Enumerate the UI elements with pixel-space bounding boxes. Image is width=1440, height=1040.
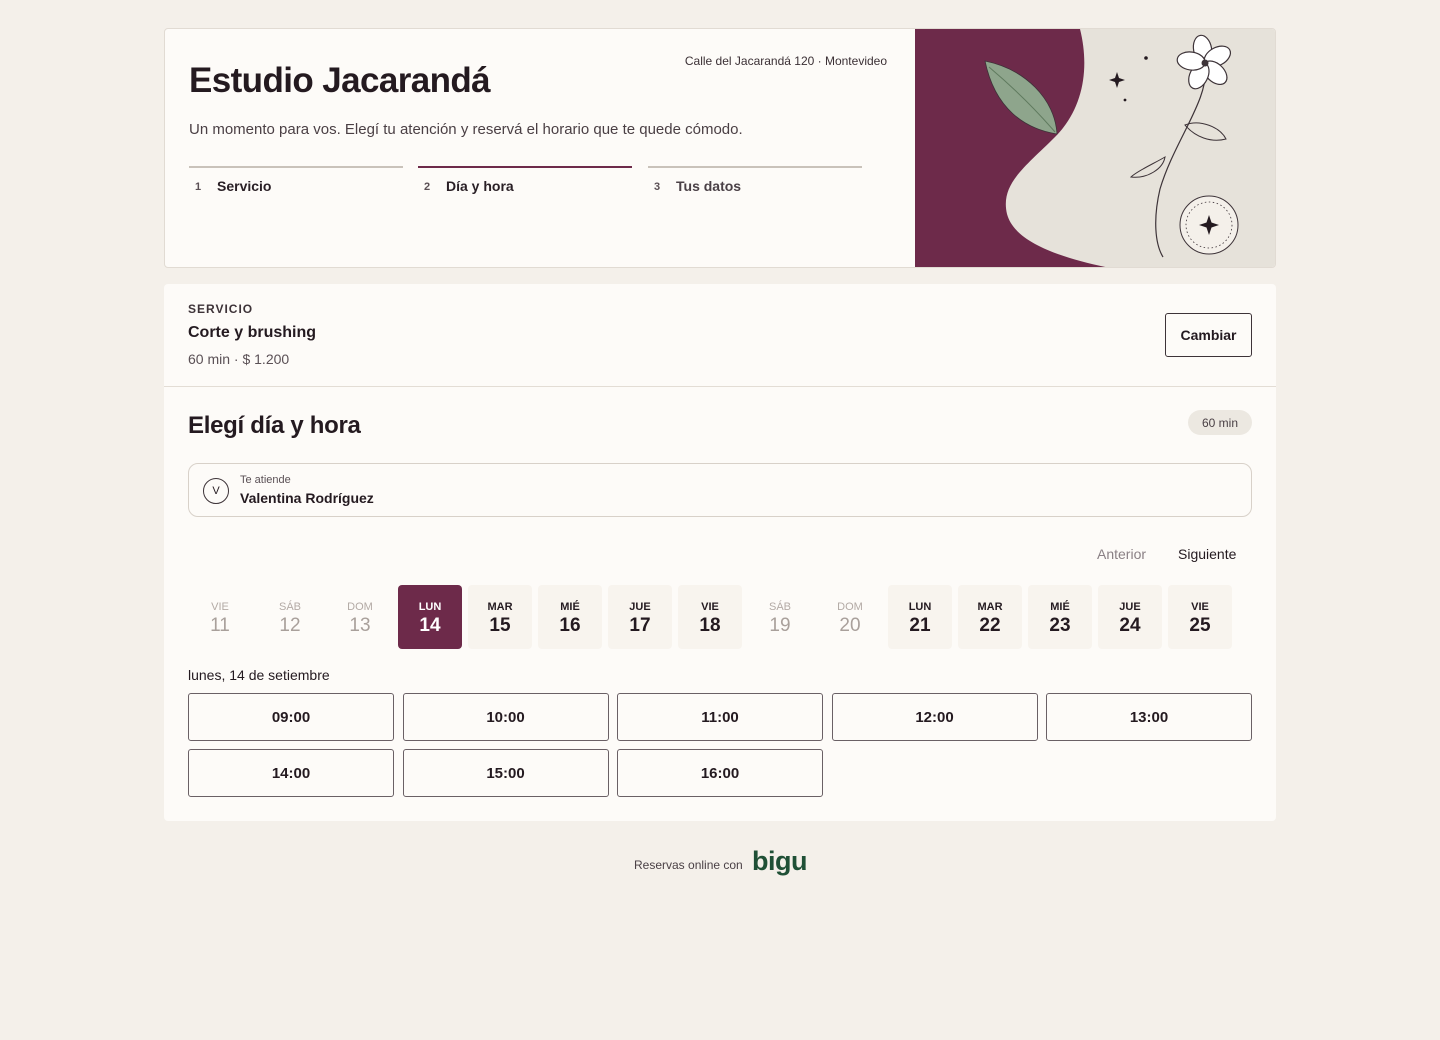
day-20: DOM 20 [818,585,882,649]
day-weekday: DOM [837,601,863,613]
step-tus-datos: 3 Tus datos [648,166,862,206]
header-info: Estudio Jacarandá Calle del Jacarandá 12… [189,29,889,267]
next-week-button[interactable]: Siguiente [1178,546,1236,562]
day-number: 16 [559,615,581,636]
day-22[interactable]: MAR 22 [958,585,1022,649]
step-label: Servicio [217,178,272,194]
day-16[interactable]: MIÉ 16 [538,585,602,649]
day-25[interactable]: VIE 25 [1168,585,1232,649]
studio-address: Calle del Jacarandá 120 · Montevideo [684,54,887,68]
tagline: Un momento para vos. Elegí tu atención y… [189,121,743,138]
day-19: SÁB 19 [748,585,812,649]
day-weekday: MIÉ [1050,601,1070,613]
day-weekday: SÁB [278,601,301,613]
day-weekday: MAR [487,601,513,613]
page-title: Estudio Jacarandá [189,61,491,100]
step-servicio[interactable]: 1 Servicio [189,166,403,206]
staff-name: Valentina Rodríguez [240,490,374,506]
page: Estudio Jacarandá Calle del Jacarandá 12… [164,28,1276,876]
time-slot-button[interactable]: 12:00 [831,693,1038,741]
day-17[interactable]: JUE 17 [608,585,672,649]
day-number: 11 [210,615,230,636]
day-number: 15 [489,615,511,636]
day-number: 12 [279,615,301,636]
step-dia-y-hora[interactable]: 2 Día y hora [418,166,632,206]
day-number: 18 [699,615,721,636]
step-number: 3 [654,181,661,193]
service-summary: SERVICIO Corte y brushing 60 min · $ 1.2… [164,284,1276,387]
day-weekday: VIE [211,601,229,613]
day-number: 23 [1049,615,1071,636]
day-weekday: VIE [701,601,719,613]
footer: Reservas online con bigu [634,846,834,878]
day-13: DOM 13 [328,585,392,649]
step-label: Día y hora [446,178,514,194]
day-number: 14 [419,615,441,636]
time-slot-button[interactable]: 13:00 [1046,693,1252,741]
time-slot-button[interactable]: 10:00 [402,693,609,741]
day-weekday: JUE [1119,601,1141,613]
staff-caption: Te atiende [240,474,291,486]
day-18[interactable]: VIE 18 [678,585,742,649]
header-card: Estudio Jacarandá Calle del Jacarandá 12… [164,28,1276,268]
previous-week-button[interactable]: Anterior [1097,546,1146,562]
step-bar [418,166,632,168]
time-slot-button[interactable]: 16:00 [617,749,823,797]
change-service-button[interactable]: Cambiar [1165,313,1252,357]
service-eyebrow: SERVICIO [188,302,254,316]
day-12: SÁB 12 [258,585,322,649]
day-weekday: SÁB [768,601,791,613]
day-14[interactable]: LUN 14 [398,585,462,649]
staff-selector[interactable]: V Te atiende Valentina Rodríguez [188,463,1252,517]
service-name: Corte y brushing [188,324,317,341]
day-weekday: VIE [1191,601,1209,613]
day-number: 19 [769,615,791,636]
day-number: 17 [629,615,651,636]
day-number: 21 [909,615,931,636]
day-weekday: MIÉ [560,601,580,613]
day-15[interactable]: MAR 15 [468,585,532,649]
time-slot-button[interactable]: 11:00 [617,693,823,741]
bigu-logo[interactable]: bigu [752,846,807,877]
step-label: Tus datos [676,178,742,194]
day-weekday: MAR [977,601,1003,613]
day-weekday: DOM [347,601,373,613]
section-title: Elegí día y hora [188,412,361,439]
day-number: 22 [979,615,1001,636]
progress-steps: 1 Servicio 2 Día y hora 3 Tus datos [189,166,862,206]
flower-illustration [915,29,1275,267]
duration-badge: 60 min [1188,410,1252,435]
step-number: 2 [424,181,431,193]
step-bar [189,166,403,168]
avatar: V [203,478,229,504]
day-21[interactable]: LUN 21 [888,585,952,649]
selected-date-label: lunes, 14 de setiembre [188,667,330,683]
day-weekday: LUN [908,601,932,613]
sparkle-icon [1179,195,1239,255]
day-weekday: JUE [629,601,651,613]
time-slot-button[interactable]: 09:00 [188,693,394,741]
day-number: 25 [1189,615,1211,636]
step-bar [648,166,862,168]
time-slot-button[interactable]: 14:00 [188,749,394,797]
service-meta: 60 min · $ 1.200 [188,351,290,367]
day-strip: VIE 11 SÁB 12 DOM 13 LUN 14 MAR 15 MIÉ 16 JUE 17 VIE 18… [188,585,1256,649]
day-number: 20 [839,615,861,636]
day-11: VIE 11 [188,585,252,649]
day-weekday: LUN [418,601,442,613]
day-24[interactable]: JUE 24 [1098,585,1162,649]
day-23[interactable]: MIÉ 23 [1028,585,1092,649]
day-number: 13 [349,615,371,636]
footer-text: Reservas online con [634,858,743,872]
time-slot-button[interactable]: 15:00 [402,749,609,797]
step-number: 1 [195,181,202,193]
booking-card: SERVICIO Corte y brushing 60 min · $ 1.2… [164,284,1276,821]
day-number: 24 [1119,615,1141,636]
